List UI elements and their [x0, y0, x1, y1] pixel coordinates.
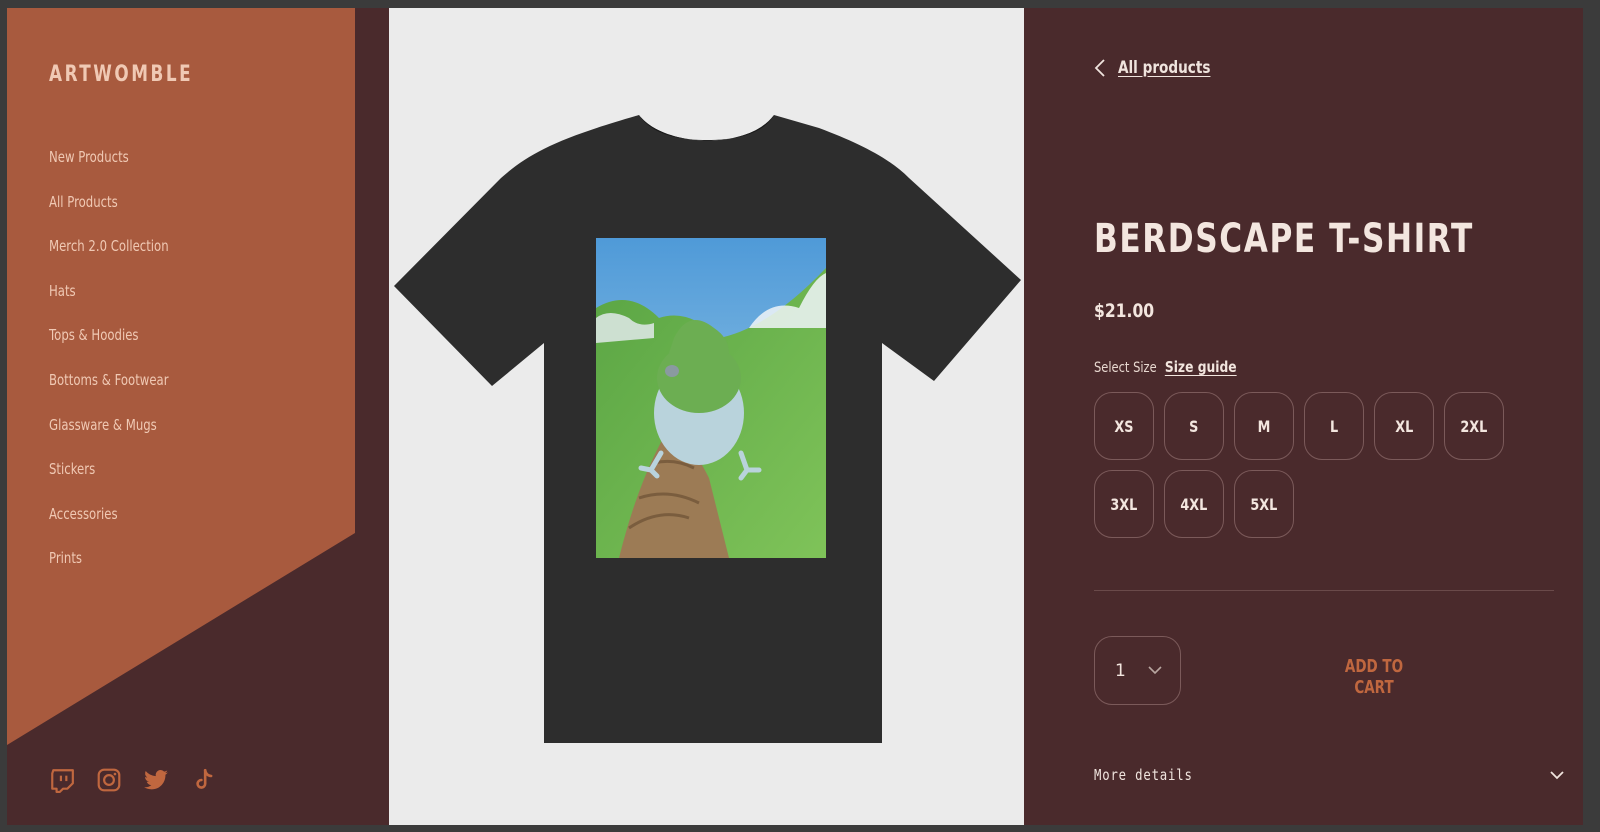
select-size-label: Select Size [1094, 360, 1157, 376]
size-option-3xl[interactable]: 3XL [1094, 470, 1154, 538]
nav-item-bottoms-footwear[interactable]: Bottoms & Footwear [49, 371, 169, 416]
divider [1094, 590, 1554, 591]
product-price: $21.00 [1094, 300, 1155, 322]
size-option-s[interactable]: S [1164, 392, 1224, 460]
quantity-value: 1 [1115, 660, 1126, 681]
size-options: XS S M L XL 2XL 3XL 4XL 5XL [1094, 392, 1514, 538]
nav-item-prints[interactable]: Prints [49, 549, 169, 594]
back-link-label: All products [1118, 58, 1211, 78]
nav-item-new-products[interactable]: New Products [49, 148, 169, 193]
twitter-icon[interactable] [143, 767, 169, 793]
nav-item-glassware-mugs[interactable]: Glassware & Mugs [49, 416, 169, 461]
size-option-4xl[interactable]: 4XL [1164, 470, 1224, 538]
quantity-select[interactable]: 1 [1094, 636, 1181, 705]
back-link[interactable]: All products [1094, 58, 1234, 78]
twitch-icon[interactable] [49, 767, 75, 793]
tiktok-icon[interactable] [190, 767, 216, 793]
brand-logo[interactable]: ARTWOMBLE [49, 62, 193, 87]
sidebar: ARTWOMBLE New Products All Products Merc… [7, 8, 362, 825]
instagram-icon[interactable] [96, 767, 122, 793]
size-option-xl[interactable]: XL [1374, 392, 1434, 460]
nav-item-accessories[interactable]: Accessories [49, 505, 169, 550]
size-option-5xl[interactable]: 5XL [1234, 470, 1294, 538]
product-details: All products BERDSCAPE T-SHIRT $21.00 Se… [1024, 8, 1583, 825]
nav-item-tops-hoodies[interactable]: Tops & Hoodies [49, 326, 169, 371]
sidebar-nav: New Products All Products Merch 2.0 Coll… [49, 148, 202, 594]
more-details-label: More details [1094, 766, 1193, 784]
tshirt-image [394, 115, 1021, 743]
size-selector-header: Select Size Size guide [1094, 358, 1237, 376]
shirt-print [596, 238, 826, 558]
nav-item-all-products[interactable]: All Products [49, 193, 169, 238]
social-links [49, 767, 216, 793]
more-details-toggle[interactable]: More details [1094, 766, 1564, 784]
chevron-left-icon [1094, 59, 1105, 77]
size-option-m[interactable]: M [1234, 392, 1294, 460]
size-option-l[interactable]: L [1304, 392, 1364, 460]
size-option-2xl[interactable]: 2XL [1444, 392, 1504, 460]
size-option-xs[interactable]: XS [1094, 392, 1154, 460]
add-to-cart-button[interactable]: ADD TO CART [1329, 656, 1419, 698]
product-title: BERDSCAPE T-SHIRT [1094, 216, 1474, 262]
product-image [389, 8, 1024, 825]
chevron-down-icon [1148, 666, 1162, 675]
page-frame: ARTWOMBLE New Products All Products Merc… [7, 8, 1583, 825]
chevron-down-icon [1550, 770, 1564, 779]
size-guide-link[interactable]: Size guide [1165, 358, 1237, 376]
nav-item-stickers[interactable]: Stickers [49, 460, 169, 505]
nav-item-merch-collection[interactable]: Merch 2.0 Collection [49, 237, 169, 282]
nav-item-hats[interactable]: Hats [49, 282, 169, 327]
